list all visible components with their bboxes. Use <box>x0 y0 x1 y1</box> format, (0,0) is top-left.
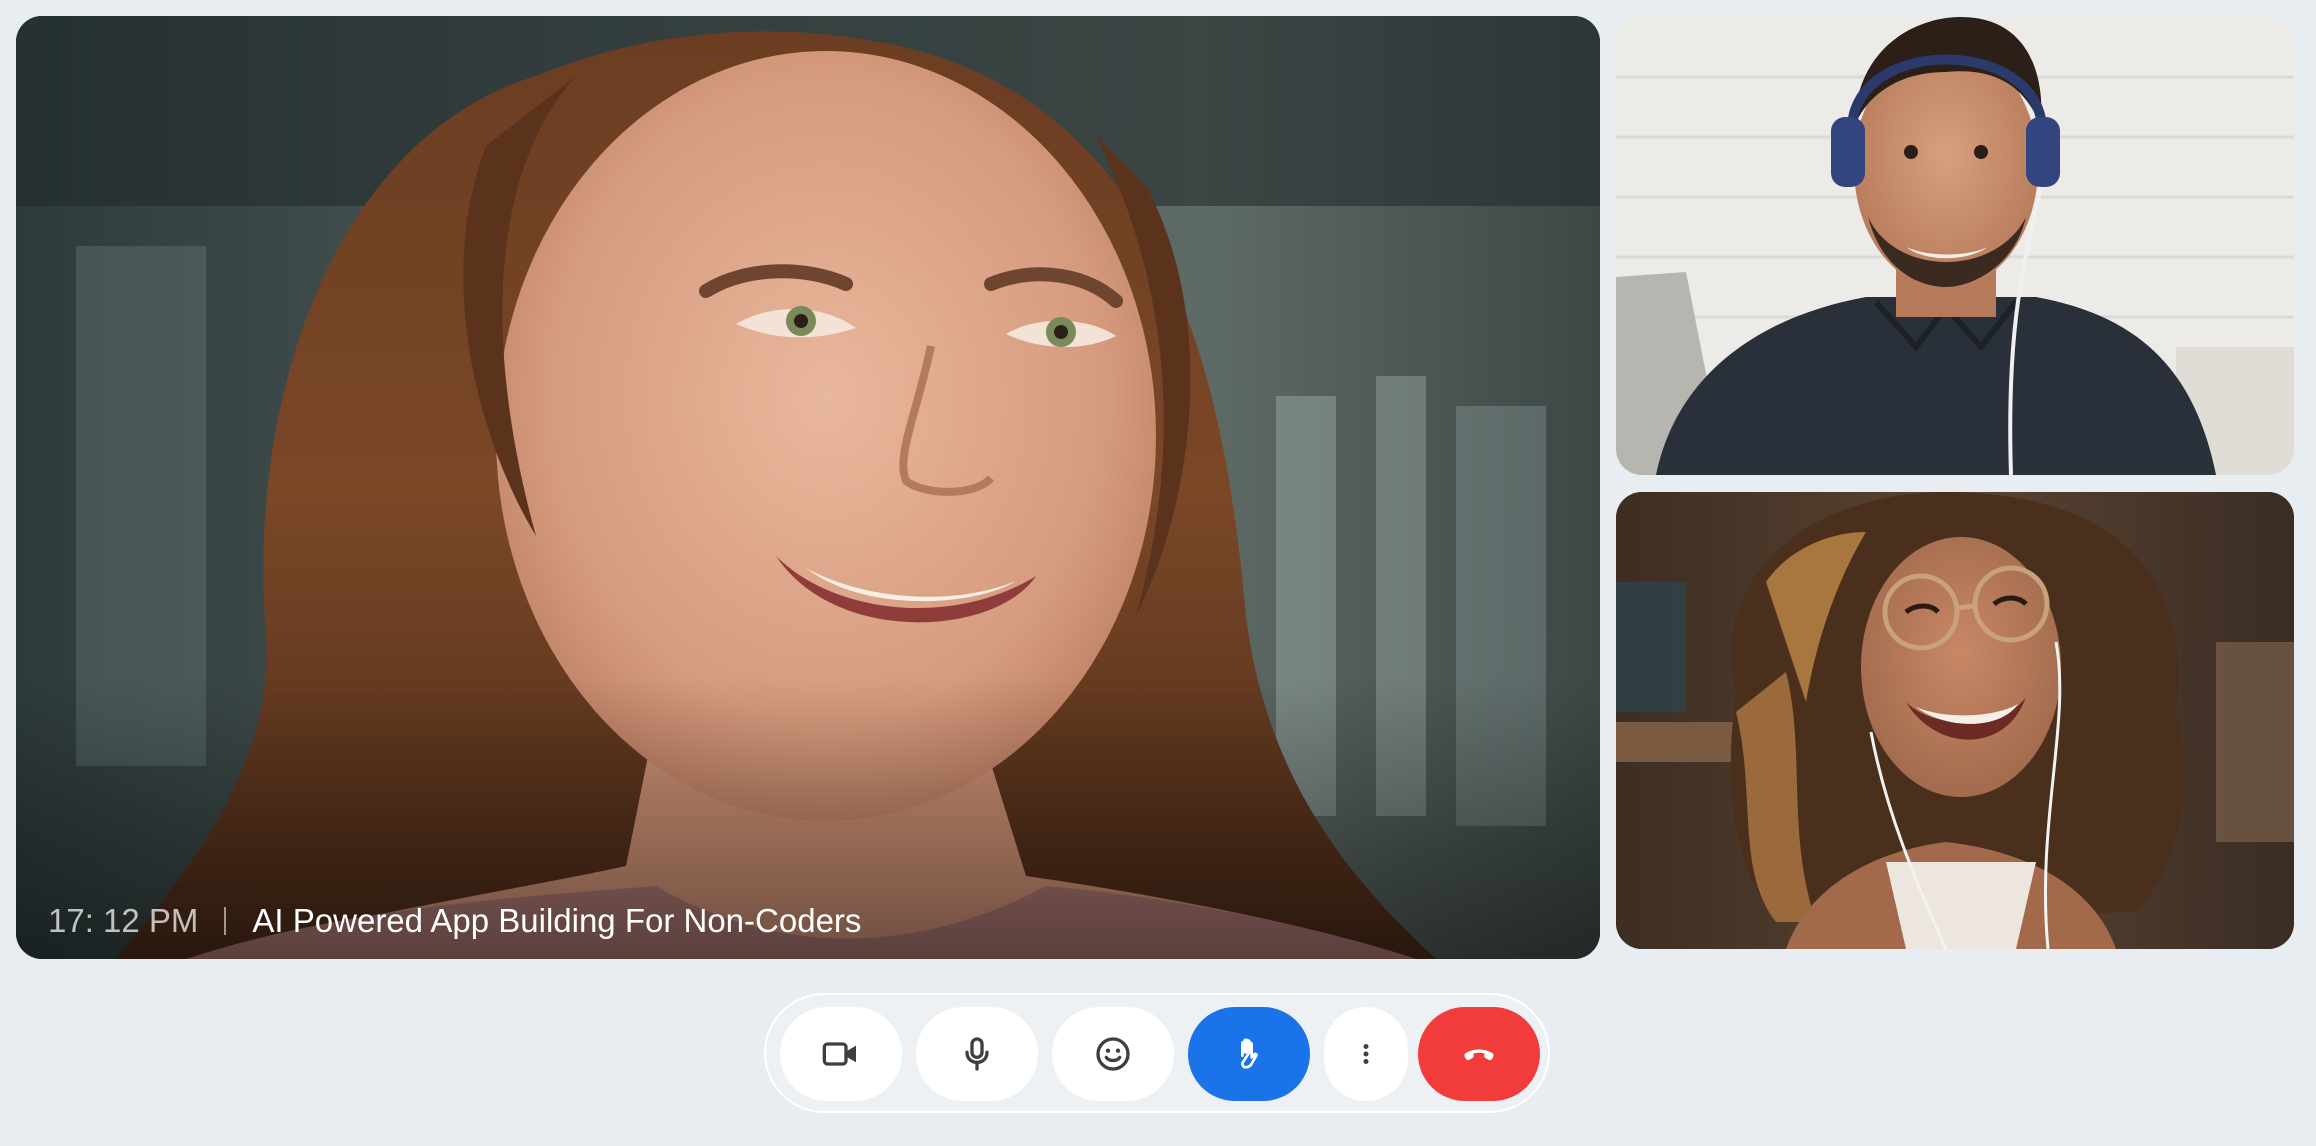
smiley-icon <box>1096 1037 1130 1071</box>
hand-icon <box>1241 1038 1258 1069</box>
phone-hangup-icon <box>1464 1049 1494 1061</box>
video-camera-icon <box>822 1042 856 1066</box>
main-speaker-video <box>16 16 1600 959</box>
microphone-icon <box>965 1037 989 1071</box>
reactions-button[interactable] <box>1052 1007 1174 1101</box>
participant-video-tile[interactable] <box>1616 492 2294 949</box>
participant-video <box>1616 492 2294 949</box>
end-call-button[interactable] <box>1418 1007 1540 1101</box>
caption-divider <box>224 906 227 935</box>
main-video-tile[interactable]: 17: 12 PM AI Powered App Building For No… <box>16 16 1600 959</box>
meeting-title: AI Powered App Building For Non-Coders <box>252 902 862 939</box>
microphone-toggle-button[interactable] <box>916 1007 1038 1101</box>
meeting-caption: 17: 12 PM AI Powered App Building For No… <box>48 904 861 937</box>
participant-video <box>1616 17 2294 475</box>
raise-hand-button[interactable] <box>1188 1007 1310 1101</box>
call-controls-bar <box>764 993 1550 1113</box>
participant-video-tile[interactable] <box>1616 17 2294 475</box>
camera-toggle-button[interactable] <box>780 1007 902 1101</box>
meeting-time: 17: 12 PM <box>48 902 199 939</box>
more-vertical-icon <box>1363 1044 1369 1064</box>
more-options-button[interactable] <box>1324 1007 1408 1101</box>
